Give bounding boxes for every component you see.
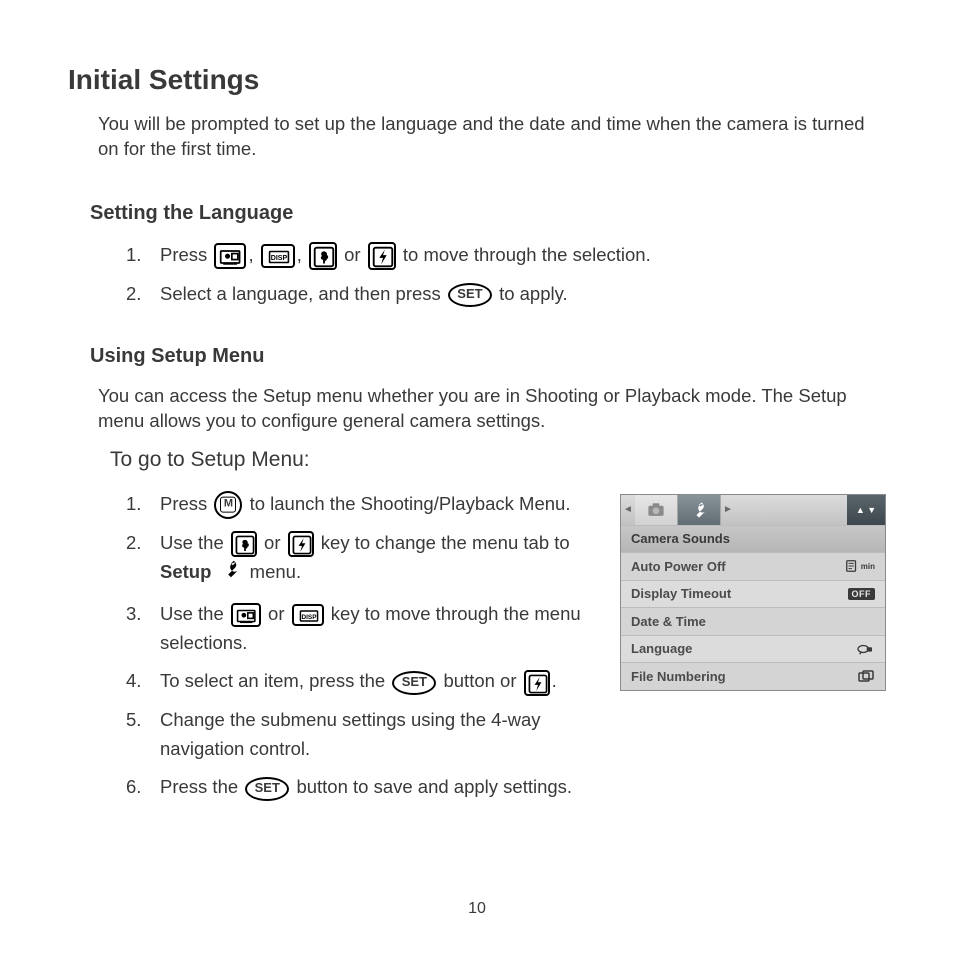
scroll-up-down-icon: ▲ ▼ <box>847 495 885 525</box>
menu-row-label: Display Timeout <box>631 586 731 601</box>
set-button-icon: SET <box>392 671 436 695</box>
tab-arrow-left-icon: ◄ <box>621 495 635 525</box>
menu-row-date-time: Date & Time <box>621 607 885 635</box>
flash-icon <box>288 531 314 557</box>
menu-row-camera-sounds: Camera Sounds <box>621 525 885 553</box>
lang-step-2: Select a language, and then press SET to… <box>126 280 886 309</box>
menu-row-label: File Numbering <box>631 669 726 684</box>
menu-row-label: Date & Time <box>631 614 706 629</box>
set-button-icon: SET <box>448 283 492 307</box>
menu-row-value <box>857 669 875 683</box>
document-icon <box>845 559 859 573</box>
menu-row-language: Language <box>621 635 885 663</box>
menu-row-file-numbering: File Numbering <box>621 662 885 690</box>
tab-setup <box>678 495 721 525</box>
text: Press <box>160 493 212 514</box>
setup-word: Setup <box>160 562 211 583</box>
macro-flower-icon <box>231 531 257 557</box>
setup-step-5: Change the submenu settings using the 4-… <box>126 706 608 763</box>
heading-setting-language: Setting the Language <box>90 202 886 225</box>
text: Use the <box>160 532 229 553</box>
text: To select an item, press the <box>160 670 390 691</box>
text: to apply. <box>499 283 568 304</box>
flash-icon <box>524 670 550 696</box>
menu-row-label: Auto Power Off <box>631 559 726 574</box>
setup-menu-screenshot: ◄ ► ▲ ▼ Camera Sounds Auto Power Off <box>620 494 886 691</box>
file-numbering-icon <box>857 669 875 683</box>
text: or <box>344 244 366 265</box>
page-title: Initial Settings <box>68 64 886 96</box>
menu-rows: Camera Sounds Auto Power Off min Display… <box>621 525 885 690</box>
page-number: 10 <box>0 900 954 918</box>
flash-icon <box>368 242 396 270</box>
text: . <box>552 670 557 691</box>
text: Press <box>160 244 212 265</box>
text: key to change the menu tab to <box>321 532 570 553</box>
menu-row-value <box>855 642 875 656</box>
menu-row-value: min <box>845 559 875 573</box>
disp-icon <box>292 604 324 626</box>
lang-step-1: Press , , or to move through the selecti… <box>126 241 886 270</box>
setup-intro: You can access the Setup menu whether yo… <box>98 384 886 434</box>
menu-row-value: OFF <box>848 588 876 600</box>
text: Select a language, and then press <box>160 283 446 304</box>
language-icon <box>855 642 875 656</box>
playback-icon <box>231 603 261 627</box>
menu-button-icon <box>214 491 242 519</box>
macro-flower-icon <box>309 242 337 270</box>
text: Press the <box>160 776 243 797</box>
menu-row-label: Camera Sounds <box>631 531 730 546</box>
text: or <box>264 532 286 553</box>
wrench-icon <box>219 557 243 590</box>
text: min <box>861 562 875 571</box>
menu-tab-bar: ◄ ► ▲ ▼ <box>621 495 885 525</box>
goto-setup-menu: To go to Setup Menu: <box>110 448 886 472</box>
setup-step-2: Use the or key to change the menu tab to… <box>126 529 608 590</box>
off-chip: OFF <box>848 588 876 600</box>
set-button-icon: SET <box>245 777 289 801</box>
setup-step-6: Press the SET button to save and apply s… <box>126 773 608 802</box>
text: to move through the selection. <box>403 244 651 265</box>
text: Use the <box>160 603 229 624</box>
menu-row-label: Language <box>631 641 692 656</box>
setup-step-4: To select an item, press the SET button … <box>126 667 608 696</box>
text: menu. <box>250 562 301 583</box>
playback-icon <box>214 243 246 269</box>
intro-text: You will be prompted to set up the langu… <box>98 112 886 162</box>
tab-camera <box>635 495 678 525</box>
text: button or <box>443 670 521 691</box>
text: button to save and apply settings. <box>296 776 572 797</box>
menu-row-display-timeout: Display Timeout OFF <box>621 580 885 608</box>
setup-step-1: Press to launch the Shooting/Playback Me… <box>126 490 608 519</box>
disp-icon <box>261 244 295 268</box>
tab-arrow-right-icon: ► <box>721 495 735 525</box>
menu-row-auto-power-off: Auto Power Off min <box>621 552 885 580</box>
heading-using-setup-menu: Using Setup Menu <box>90 345 886 368</box>
text: to launch the Shooting/Playback Menu. <box>250 493 571 514</box>
text: or <box>268 603 290 624</box>
setup-step-3: Use the or key to move through the menu … <box>126 600 608 657</box>
